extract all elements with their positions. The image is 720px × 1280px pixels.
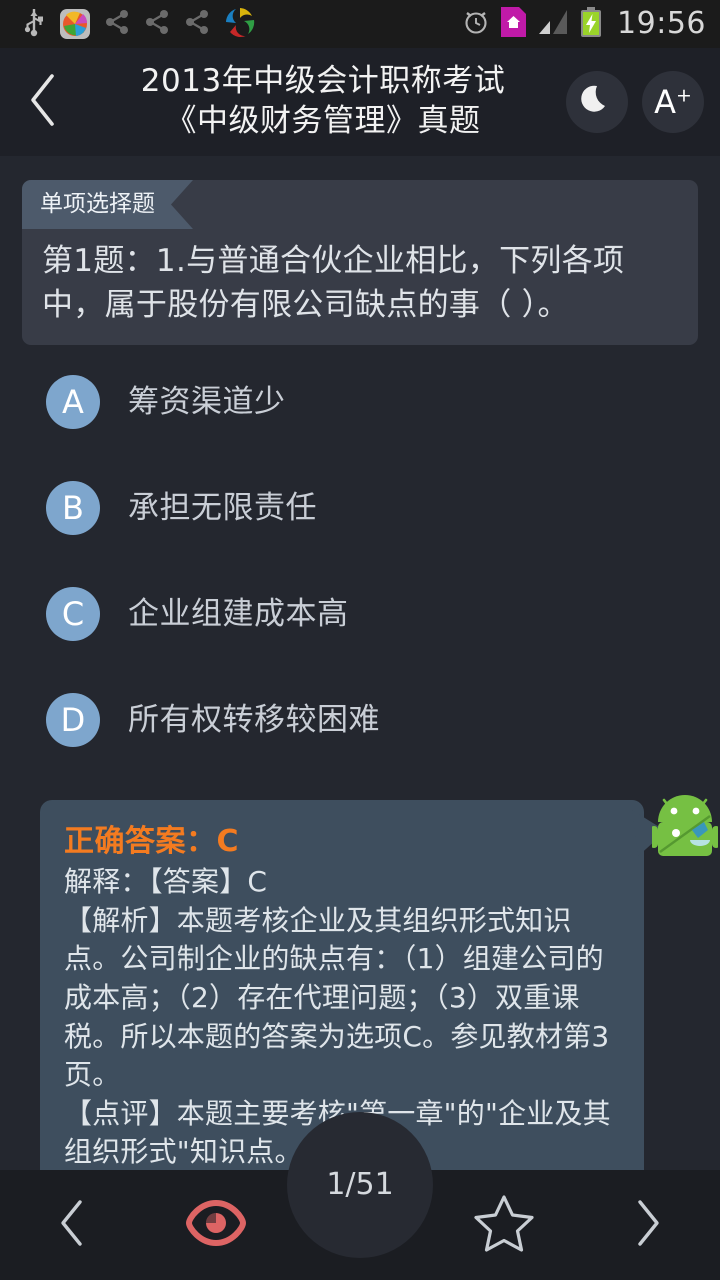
answer-panel-wrap: 正确答案：C 解释：【答案】C 【解析】本题考核企业及其组织形式知识点。公司制企…	[40, 800, 644, 1196]
option-label-c: 企业组建成本高	[128, 595, 349, 632]
option-row-c[interactable]: C 企业组建成本高	[0, 578, 720, 650]
answer-panel: 正确答案：C 解释：【答案】C 【解析】本题考核企业及其组织形式知识点。公司制企…	[40, 800, 644, 1196]
option-label-a: 筹资渠道少	[128, 383, 286, 420]
night-mode-button[interactable]	[566, 71, 628, 133]
question-type-tag: 单项选择题	[22, 180, 193, 229]
signal-icon	[537, 8, 569, 40]
option-row-d[interactable]: D 所有权转移较困难	[0, 684, 720, 756]
chevron-right-icon	[633, 1198, 663, 1252]
android-robot-icon	[650, 792, 720, 872]
app-icon	[60, 9, 90, 39]
option-letter-d: D	[46, 693, 100, 747]
font-size-letter: A	[654, 83, 676, 121]
app-root: 19:56 2013年中级会计职称考试 《中级财务管理》真题 A+ 单项选择题 …	[0, 0, 720, 1280]
moon-icon	[577, 80, 617, 124]
option-row-a[interactable]: A 筹资渠道少	[0, 366, 720, 438]
chevron-left-icon	[57, 1198, 87, 1252]
sim-home-icon	[501, 7, 527, 41]
page-title: 2013年中级会计职称考试 《中级财务管理》真题	[86, 62, 566, 141]
share-icon	[144, 9, 170, 39]
swirl-logo-icon	[224, 6, 256, 42]
status-clock: 19:56	[617, 6, 706, 41]
app-header: 2013年中级会计职称考试 《中级财务管理》真题 A+	[0, 48, 720, 156]
battery-charging-icon	[580, 7, 602, 41]
option-label-d: 所有权转移较困难	[128, 701, 380, 738]
options-list: A 筹资渠道少 B 承担无限责任 C 企业组建成本高 D 所有权转移较困难	[0, 366, 720, 790]
option-letter-b: B	[46, 481, 100, 535]
option-letter-c: C	[46, 587, 100, 641]
font-size-button[interactable]: A+	[642, 71, 704, 133]
page-title-line2: 《中级财务管理》真题	[165, 103, 481, 139]
status-bar-left-icons	[22, 6, 256, 42]
status-bar: 19:56	[0, 0, 720, 48]
font-size-label: A+	[654, 86, 692, 118]
status-bar-right-icons: 19:56	[462, 7, 706, 41]
correct-answer-heading: 正确答案：C	[64, 824, 240, 859]
question-text: 第1题：1.与普通合伙企业相比，下列各项中，属于股份有限公司缺点的事（ ）。	[42, 243, 625, 324]
chevron-left-icon	[26, 72, 60, 132]
star-outline-icon	[473, 1193, 535, 1257]
answer-explanation: 解释：【答案】C 【解析】本题考核企业及其组织形式知识点。公司制企业的缺点有：（…	[64, 865, 611, 1169]
option-row-b[interactable]: B 承担无限责任	[0, 472, 720, 544]
option-letter-a: A	[46, 375, 100, 429]
share-icon	[184, 9, 210, 39]
question-card: 单项选择题 第1题：1.与普通合伙企业相比，下列各项中，属于股份有限公司缺点的事…	[22, 180, 698, 346]
option-label-b: 承担无限责任	[128, 489, 317, 526]
eye-icon	[185, 1199, 247, 1250]
usb-icon	[22, 7, 46, 41]
page-title-line1: 2013年中级会计职称考试	[140, 63, 506, 100]
alarm-icon	[462, 8, 490, 40]
font-size-plus: +	[675, 84, 692, 107]
share-icon	[104, 9, 130, 39]
back-button[interactable]	[0, 48, 86, 156]
